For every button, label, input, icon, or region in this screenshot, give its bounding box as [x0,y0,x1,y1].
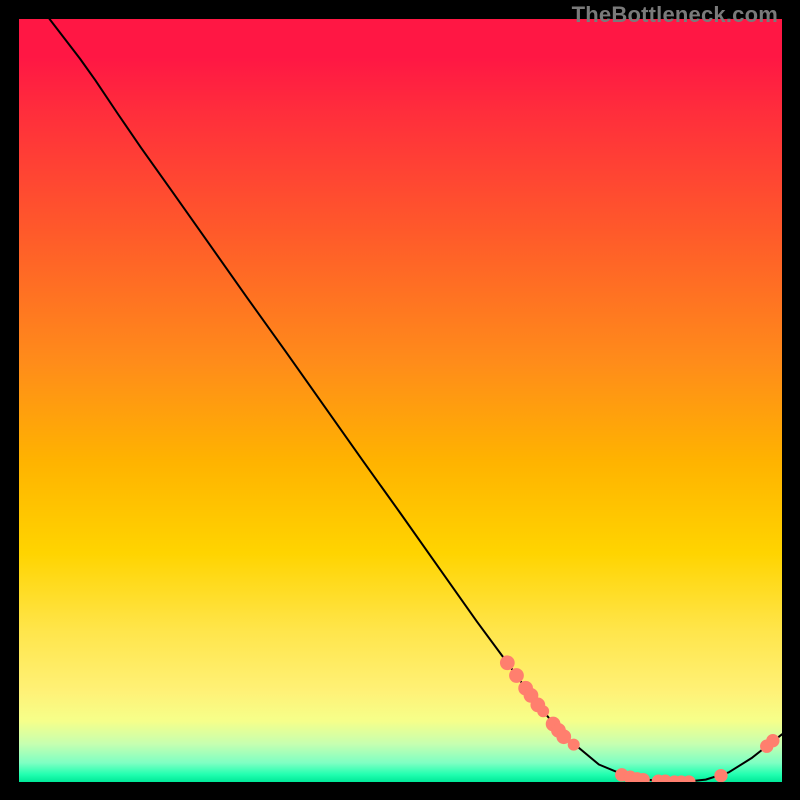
chart-stage: TheBottleneck.com [0,0,800,800]
watermark-text: TheBottleneck.com [572,2,778,28]
curve-marker [568,739,579,750]
curve-marker [538,706,549,717]
plot-area [19,19,782,782]
curve-markers [500,656,779,782]
curve-marker [637,773,649,782]
curve-marker [715,769,727,781]
curve-marker [500,656,514,670]
curve-layer [19,19,782,782]
curve-marker [557,730,571,744]
curve-marker [510,669,524,683]
bottleneck-curve-line [50,19,782,782]
curve-marker [767,734,779,746]
